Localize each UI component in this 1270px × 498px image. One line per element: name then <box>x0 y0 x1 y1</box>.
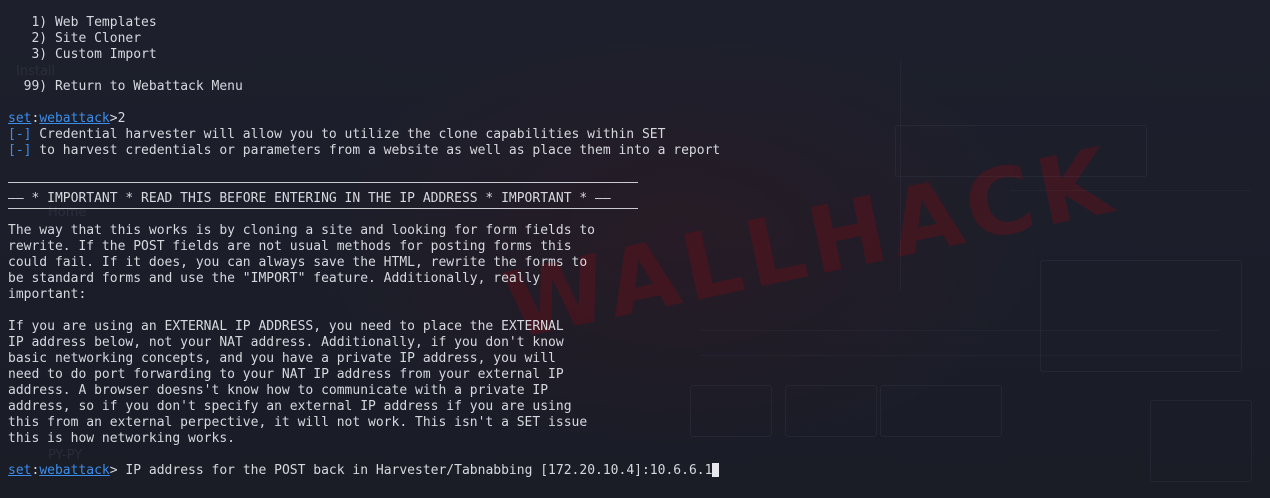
wallpaper-line <box>900 60 901 290</box>
ip-input-text[interactable]: > IP address for the POST back in Harves… <box>110 463 713 478</box>
menu-item-site-cloner: 2) Site Cloner <box>31 31 142 46</box>
wallpaper-panel <box>895 125 1147 177</box>
wallpaper-label: Install <box>16 64 56 79</box>
wallpaper-panel <box>690 385 772 437</box>
wallpaper-line <box>1010 190 1250 191</box>
divider-top <box>8 182 638 183</box>
prompt-module: webattack <box>39 111 110 126</box>
prompt-prefix: set <box>8 463 32 478</box>
paragraph-line: need to do port forwarding to your NAT I… <box>8 367 564 382</box>
paragraph-line: address. A browser doesns't know how to … <box>8 383 549 398</box>
important-banner: —— * IMPORTANT * READ THIS BEFORE ENTERI… <box>8 191 611 206</box>
wallpaper-logo: WALLHACK <box>495 126 1126 361</box>
prompt-prefix: set <box>8 111 32 126</box>
paragraph-line: this is how networking works. <box>8 431 235 446</box>
info-line: [-] Credential harvester will allow you … <box>8 127 666 142</box>
paragraph-line: important: <box>8 287 87 302</box>
terminal-window[interactable]: WALLHACK Home Install PY-PY 1) Web Templ… <box>0 0 1270 498</box>
paragraph-line: IP address below, not your NAT address. … <box>8 335 564 350</box>
paragraph-line: The way that this works is by cloning a … <box>8 223 595 238</box>
wallpaper-line <box>700 330 1220 331</box>
menu-item-return: 99) Return to Webattack Menu <box>23 79 243 94</box>
info-marker: [-] <box>8 143 32 158</box>
paragraph-line: address, so if you don't specify an exte… <box>8 399 572 414</box>
wallpaper-line <box>700 355 1240 356</box>
prompt-module: webattack <box>39 463 110 478</box>
wallpaper-label: PY-PY <box>48 448 83 463</box>
paragraph-line: could fail. If it does, you can always s… <box>8 255 588 270</box>
menu-item-custom-import: 3) Custom Import <box>31 47 157 62</box>
menu-item-web-templates: 1) Web Templates <box>31 15 157 30</box>
prompt-input-value: >2 <box>109 111 126 126</box>
paragraph-line: this from an external perpective, it wil… <box>8 415 588 430</box>
divider-bottom <box>8 208 638 209</box>
wallpaper-panel <box>1150 400 1252 482</box>
ip-input-prompt[interactable]: set:webattack> IP address for the POST b… <box>8 463 720 479</box>
wallpaper-panel <box>880 385 1002 437</box>
paragraph-line: If you are using an EXTERNAL IP ADDRESS,… <box>8 319 564 334</box>
set-prompt: set:webattack>2 <box>8 111 126 126</box>
paragraph-line: be standard forms and use the "IMPORT" f… <box>8 271 541 286</box>
wallpaper-panel <box>785 385 877 437</box>
paragraph-line: rewrite. If the POST fields are not usua… <box>8 239 572 254</box>
text-cursor <box>712 463 720 477</box>
wallpaper-panel <box>1040 260 1242 372</box>
info-line: [-] to harvest credentials or parameters… <box>8 143 721 158</box>
info-marker: [-] <box>8 127 32 142</box>
paragraph-line: basic networking concepts, and you have … <box>8 351 556 366</box>
